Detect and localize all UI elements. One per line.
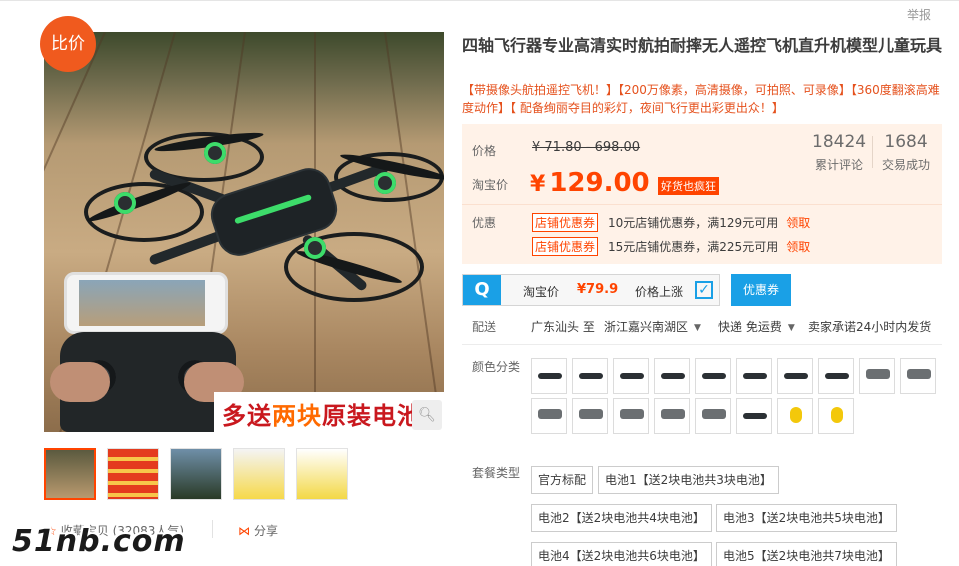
color-swatch[interactable] (777, 398, 813, 434)
package-type-label: 套餐类型 (472, 466, 521, 480)
motor (374, 172, 396, 194)
promo-label: 优惠 (472, 216, 497, 230)
motor (114, 192, 136, 214)
taobao-price-label: 淘宝价 (472, 178, 509, 192)
color-swatch[interactable] (572, 358, 608, 394)
promo-tag: 好货也疯狂 (658, 177, 719, 195)
wood-plank-line (384, 32, 444, 432)
chevron-down-icon: ▼ (694, 323, 701, 333)
color-swatch[interactable] (736, 398, 772, 434)
main-product-image[interactable]: 多送两块原装电池 🔍︎ (44, 32, 444, 432)
price-compare-logo-icon: Q (463, 275, 501, 305)
package-option[interactable]: 电池1【送2块电池共3块电池】 (598, 466, 779, 494)
phone-screen (79, 280, 205, 326)
compare-label: 淘宝价 (523, 285, 560, 299)
thumbnail-drone-sky[interactable] (170, 448, 222, 500)
shipping-label: 配送 (472, 320, 497, 334)
color-swatch[interactable] (695, 398, 731, 434)
color-swatch[interactable] (777, 358, 813, 394)
hand (50, 362, 110, 402)
promo-banner: 多送两块原装电池 (214, 392, 444, 432)
wood-plank-line (314, 32, 316, 432)
package-option[interactable]: 电池4【送2块电池共6块电池】 (531, 542, 712, 566)
claim-coupon-link[interactable]: 领取 (786, 216, 810, 230)
color-swatch-list (531, 358, 941, 434)
color-swatch[interactable] (818, 358, 854, 394)
promo-banner-text: 多送两块原装电池 (222, 402, 422, 430)
site-watermark: 51nb.com (12, 524, 186, 559)
package-option[interactable]: 官方标配 (531, 466, 594, 494)
reviews-stat[interactable]: 18424 累计评论 (812, 132, 866, 173)
original-price: ¥ 71.80 - 698.00 (532, 140, 641, 155)
color-swatch[interactable] (900, 358, 936, 394)
color-swatch[interactable] (736, 358, 772, 394)
thumbnail-inductive-heli[interactable] (233, 448, 285, 500)
thumbnail-minion-heli[interactable] (296, 448, 348, 500)
motor (304, 237, 326, 259)
promo-divider (462, 204, 942, 205)
package-option[interactable]: 电池3【送2块电池共5块电池】 (716, 504, 897, 532)
chevron-down-icon: ▼ (787, 323, 795, 333)
color-swatch[interactable] (654, 358, 690, 394)
section-divider (462, 344, 942, 345)
coupon-button[interactable]: 优惠券 (731, 274, 791, 306)
shipping-method-selector[interactable]: 快递 免运费 ▼ (718, 318, 795, 335)
color-swatch[interactable] (818, 398, 854, 434)
report-link[interactable]: 举报 (907, 6, 931, 23)
coupon-text: 15元店铺优惠券，满225元可用 (608, 240, 779, 254)
coupon-row: 店铺优惠券 10元店铺优惠券，满129元可用 领取 (532, 213, 810, 232)
price-compare-bar[interactable]: Q 淘宝价 ¥79.9 价格上涨 ✓ (462, 274, 720, 306)
color-swatch[interactable] (613, 398, 649, 434)
share-icon: ⋈ (238, 524, 250, 538)
ship-to-selector[interactable]: 浙江嘉兴南湖区 ▼ (604, 318, 701, 335)
compare-value: ¥79.9 (577, 282, 619, 297)
compare-badge: 比价 (40, 16, 96, 72)
color-swatch[interactable] (613, 358, 649, 394)
package-option[interactable]: 电池2【送2块电池共4块电池】 (531, 504, 712, 532)
thumbnail-main-drone[interactable] (44, 448, 96, 500)
taobao-price: ¥129.00 (530, 168, 650, 198)
coupon-text: 10元店铺优惠券，满129元可用 (608, 216, 779, 230)
phone-preview (64, 272, 228, 334)
coupon-tag: 店铺优惠券 (532, 237, 599, 256)
action-divider (212, 520, 213, 538)
product-subtitle: 【带摄像头航拍遥控飞机！】【200万像素，高清摄像，可拍照、可录像】【360度翻… (462, 83, 940, 115)
price-label: 价格 (472, 144, 497, 158)
deals-stat[interactable]: 1684 交易成功 (882, 132, 930, 173)
shipping-promise: 卖家承诺24小时内发货 (808, 320, 932, 334)
share-button[interactable]: ⋈ 分享 (238, 522, 278, 539)
ship-from: 广东汕头 至 (531, 320, 595, 334)
checkbox-icon[interactable]: ✓ (695, 281, 713, 299)
color-swatch[interactable] (531, 398, 567, 434)
product-title: 四轴飞行器专业高清实时航拍耐摔无人遥控飞机直升机模型儿童玩具 (462, 36, 943, 55)
color-swatch[interactable] (695, 358, 731, 394)
package-option[interactable]: 电池5【送2块电池共7块电池】 (716, 542, 897, 566)
thumbnail-battery-promo[interactable] (107, 448, 159, 500)
motor (204, 142, 226, 164)
color-category-label: 颜色分类 (472, 360, 521, 374)
coupon-tag: 店铺优惠券 (532, 213, 599, 232)
stat-divider (872, 136, 873, 168)
color-swatch[interactable] (654, 398, 690, 434)
price-panel: 价格 ¥ 71.80 - 698.00 淘宝价 ¥129.00 好货也疯狂 18… (462, 124, 942, 264)
claim-coupon-link[interactable]: 领取 (786, 240, 810, 254)
color-swatch[interactable] (859, 358, 895, 394)
color-swatch[interactable] (531, 358, 567, 394)
magnifier-icon[interactable]: 🔍︎ (412, 400, 442, 430)
thumbnail-strip (44, 448, 348, 500)
price-trend-text: 价格上涨 (635, 285, 684, 299)
coupon-row: 店铺优惠券 15元店铺优惠券，满225元可用 领取 (532, 237, 810, 256)
top-divider (0, 0, 959, 1)
color-swatch[interactable] (572, 398, 608, 434)
